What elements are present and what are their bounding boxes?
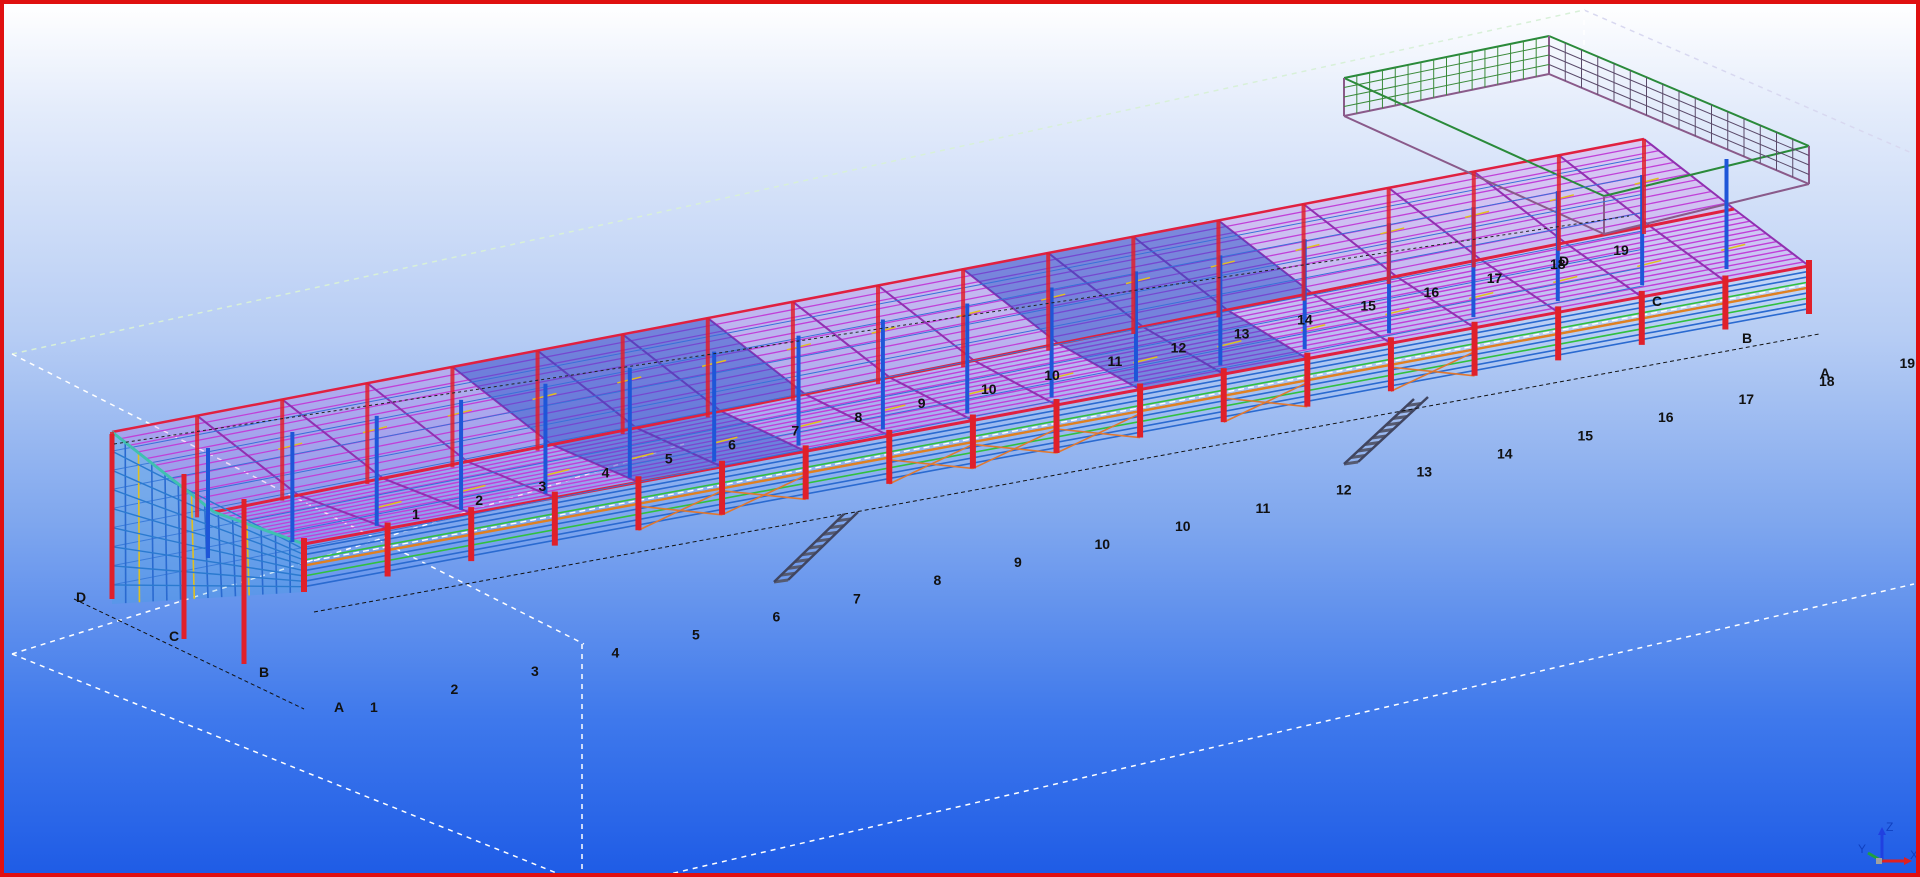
front-grid-number: 8 xyxy=(934,572,942,588)
right-grid-letter: B xyxy=(1742,330,1752,346)
front-grid-number: 13 xyxy=(1417,464,1433,480)
back-grid-number: 12 xyxy=(1171,339,1187,355)
structure-scene[interactable]: 1234567891010111213141516171819123456789… xyxy=(4,4,1920,877)
x-bracing xyxy=(1390,366,1475,377)
gable-stud xyxy=(137,452,141,603)
back-grid-number: 14 xyxy=(1297,312,1313,328)
front-grid-number: 10 xyxy=(1175,518,1191,534)
front-grid-number: 12 xyxy=(1336,482,1352,498)
back-grid-number: 8 xyxy=(855,409,863,425)
front-grid-number: 15 xyxy=(1578,427,1594,443)
front-grid-number: 5 xyxy=(692,627,700,643)
right-grid-letter: D xyxy=(1559,253,1569,269)
back-grid-number: 2 xyxy=(475,492,483,508)
back-grid-number: 6 xyxy=(728,437,736,453)
right-grid-letter: A xyxy=(1820,365,1830,381)
stair-stringer xyxy=(773,513,845,583)
front-grid-number: 10 xyxy=(1095,536,1111,552)
axis-x-label: X xyxy=(1910,848,1918,862)
front-grid-number: 3 xyxy=(531,663,539,679)
axis-z-label: Z xyxy=(1886,820,1893,834)
3d-model-viewport[interactable]: 1 2 3 4 5 6 7 8 9 10 10 11 12 13 14 15 16 17 18 19 1 2 3 4 5 6 7 8 9… xyxy=(0,0,1920,877)
back-grid-number: 9 xyxy=(918,395,926,411)
back-grid-number: 1 xyxy=(412,506,420,522)
stair-stringer xyxy=(1357,396,1429,463)
back-grid-number: 4 xyxy=(602,464,610,480)
axis-gizmo-icon[interactable]: Z X Y xyxy=(1858,820,1918,865)
front-grid-number: 17 xyxy=(1739,391,1755,407)
left-grid-letter: B xyxy=(259,664,269,680)
axis-y-label: Y xyxy=(1858,842,1866,856)
front-grid-number: 7 xyxy=(853,590,861,606)
front-grid-number: 16 xyxy=(1658,409,1674,425)
back-grid-number: 17 xyxy=(1487,270,1503,286)
back-grid-number: 16 xyxy=(1424,284,1440,300)
back-grid-number: 11 xyxy=(1107,353,1122,369)
stair-stringer xyxy=(1343,398,1415,465)
back-grid-number: 3 xyxy=(538,478,546,494)
x-bracing xyxy=(889,459,973,470)
left-grid-letter: D xyxy=(76,589,86,605)
front-grid-number: 11 xyxy=(1256,500,1271,516)
front-grid-number: 1 xyxy=(370,699,378,715)
x-bracing xyxy=(1056,428,1141,439)
back-grid-number: 10 xyxy=(981,381,997,397)
back-grid-number: 15 xyxy=(1360,298,1376,314)
front-grid-number: 9 xyxy=(1014,554,1022,570)
back-grid-number: 19 xyxy=(1613,242,1629,258)
back-grid-number: 7 xyxy=(791,423,799,439)
back-grid-number: 13 xyxy=(1234,325,1250,341)
gable-stud xyxy=(288,538,292,593)
x-bracing xyxy=(1223,397,1308,408)
front-grid-number: 2 xyxy=(451,681,459,697)
front-grid-number: 14 xyxy=(1497,445,1513,461)
front-grid-number: 4 xyxy=(612,645,620,661)
front-grid-number: 19 xyxy=(1900,355,1916,371)
monitor-girt xyxy=(1548,45,1810,156)
front-grid-number: 6 xyxy=(773,608,781,624)
right-grid-letter: C xyxy=(1652,293,1662,309)
back-grid-number: 5 xyxy=(665,450,673,466)
x-bracing xyxy=(972,443,1057,454)
x-bracing xyxy=(721,489,806,501)
left-grid-letter: A xyxy=(334,699,344,715)
x-bracing xyxy=(638,505,723,516)
back-grid-number: 10 xyxy=(1044,367,1060,383)
left-grid-letter: C xyxy=(169,628,179,644)
